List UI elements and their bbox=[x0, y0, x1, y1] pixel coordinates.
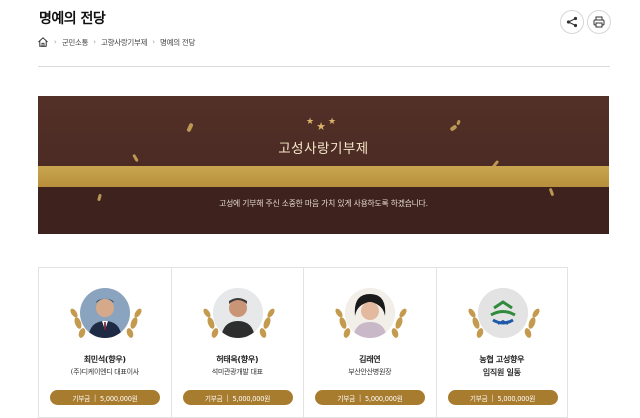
amount-label: 기부금 bbox=[204, 394, 223, 403]
divider bbox=[38, 66, 610, 67]
home-icon[interactable] bbox=[37, 36, 49, 48]
banner-description: 고성에 기부해 주신 소중한 마음 가치 있게 사용하도록 하겠습니다. bbox=[219, 199, 428, 208]
donor-name: 농협 고성향우 bbox=[479, 355, 525, 364]
donor-card-list: 최민석(향우) (주)디케이엔디 대표이사 기부금 | 5,000,000원 허… bbox=[38, 267, 568, 418]
donor-card[interactable]: 허태옥(향우) 석미관광개발 대표 기부금 | 5,000,000원 bbox=[170, 267, 303, 418]
share-icon bbox=[566, 16, 578, 28]
donation-amount-badge: 기부금 | 5,000,000원 bbox=[182, 390, 293, 405]
donor-photo bbox=[80, 288, 130, 338]
donor-role: 부산안산병원장 bbox=[348, 368, 392, 376]
donor-role: 석미관광개발 대표 bbox=[211, 368, 263, 376]
breadcrumb-item-hall-of-fame: 명예의 전당 bbox=[160, 37, 196, 47]
amount-label: 기부금 bbox=[337, 394, 355, 403]
donation-amount-badge: 기부금 | 5,000,000원 bbox=[50, 390, 160, 405]
amount-value: 5,000,000원 bbox=[365, 394, 403, 403]
hall-of-fame-banner: ★ ★ ★ 고성사랑기부제 고성에 기부해 주신 소중한 마음 가치 있게 사용하도… bbox=[38, 96, 609, 234]
donor-card[interactable]: 농협 고성향우 임직원 일동 기부금 | 5,000,000원 bbox=[435, 267, 568, 418]
amount-value: 5,000,000원 bbox=[497, 394, 536, 403]
share-button[interactable] bbox=[560, 10, 584, 34]
gold-ribbon bbox=[38, 166, 609, 187]
donor-role: 임직원 일동 bbox=[482, 368, 521, 377]
breadcrumb-item-hometown-donation[interactable]: 고향사랑기부제 bbox=[101, 37, 148, 48]
donor-role: (주)디케이엔디 대표이사 bbox=[70, 368, 139, 376]
donor-name: 최민석(향우) bbox=[83, 355, 126, 364]
breadcrumb-item-community[interactable]: 군민소통 bbox=[62, 37, 89, 48]
chevron-right-icon: › bbox=[54, 38, 57, 46]
breadcrumb: › 군민소통 › 고향사랑기부제 › 명예의 전당 bbox=[37, 36, 195, 48]
donor-card[interactable]: 김래연 부산안산병원장 기부금 | 5,000,000원 bbox=[303, 267, 436, 418]
amount-label: 기부금 bbox=[72, 394, 90, 403]
banner-title: 고성사랑기부제 bbox=[278, 141, 369, 157]
nonghyup-logo bbox=[477, 288, 528, 338]
page-title: 명예의 전당 bbox=[39, 11, 106, 27]
donor-photo bbox=[212, 288, 263, 338]
chevron-right-icon: › bbox=[152, 38, 156, 46]
amount-value: 5,000,000원 bbox=[232, 394, 271, 403]
donor-card[interactable]: 최민석(향우) (주)디케이엔디 대표이사 기부금 | 5,000,000원 bbox=[38, 267, 171, 418]
donation-amount-badge: 기부금 | 5,000,000원 bbox=[315, 390, 425, 405]
chevron-right-icon: › bbox=[93, 38, 97, 46]
print-icon bbox=[593, 16, 605, 28]
donor-name: 허태옥(향우) bbox=[216, 355, 259, 364]
amount-label: 기부금 bbox=[469, 394, 488, 403]
amount-value: 5,000,000원 bbox=[100, 394, 138, 403]
stars-icon: ★ ★ ★ bbox=[306, 117, 337, 133]
donor-name: 김래연 bbox=[359, 355, 381, 364]
donor-photo bbox=[345, 288, 395, 338]
donation-amount-badge: 기부금 | 5,000,000원 bbox=[447, 390, 558, 405]
print-button[interactable] bbox=[587, 10, 611, 34]
